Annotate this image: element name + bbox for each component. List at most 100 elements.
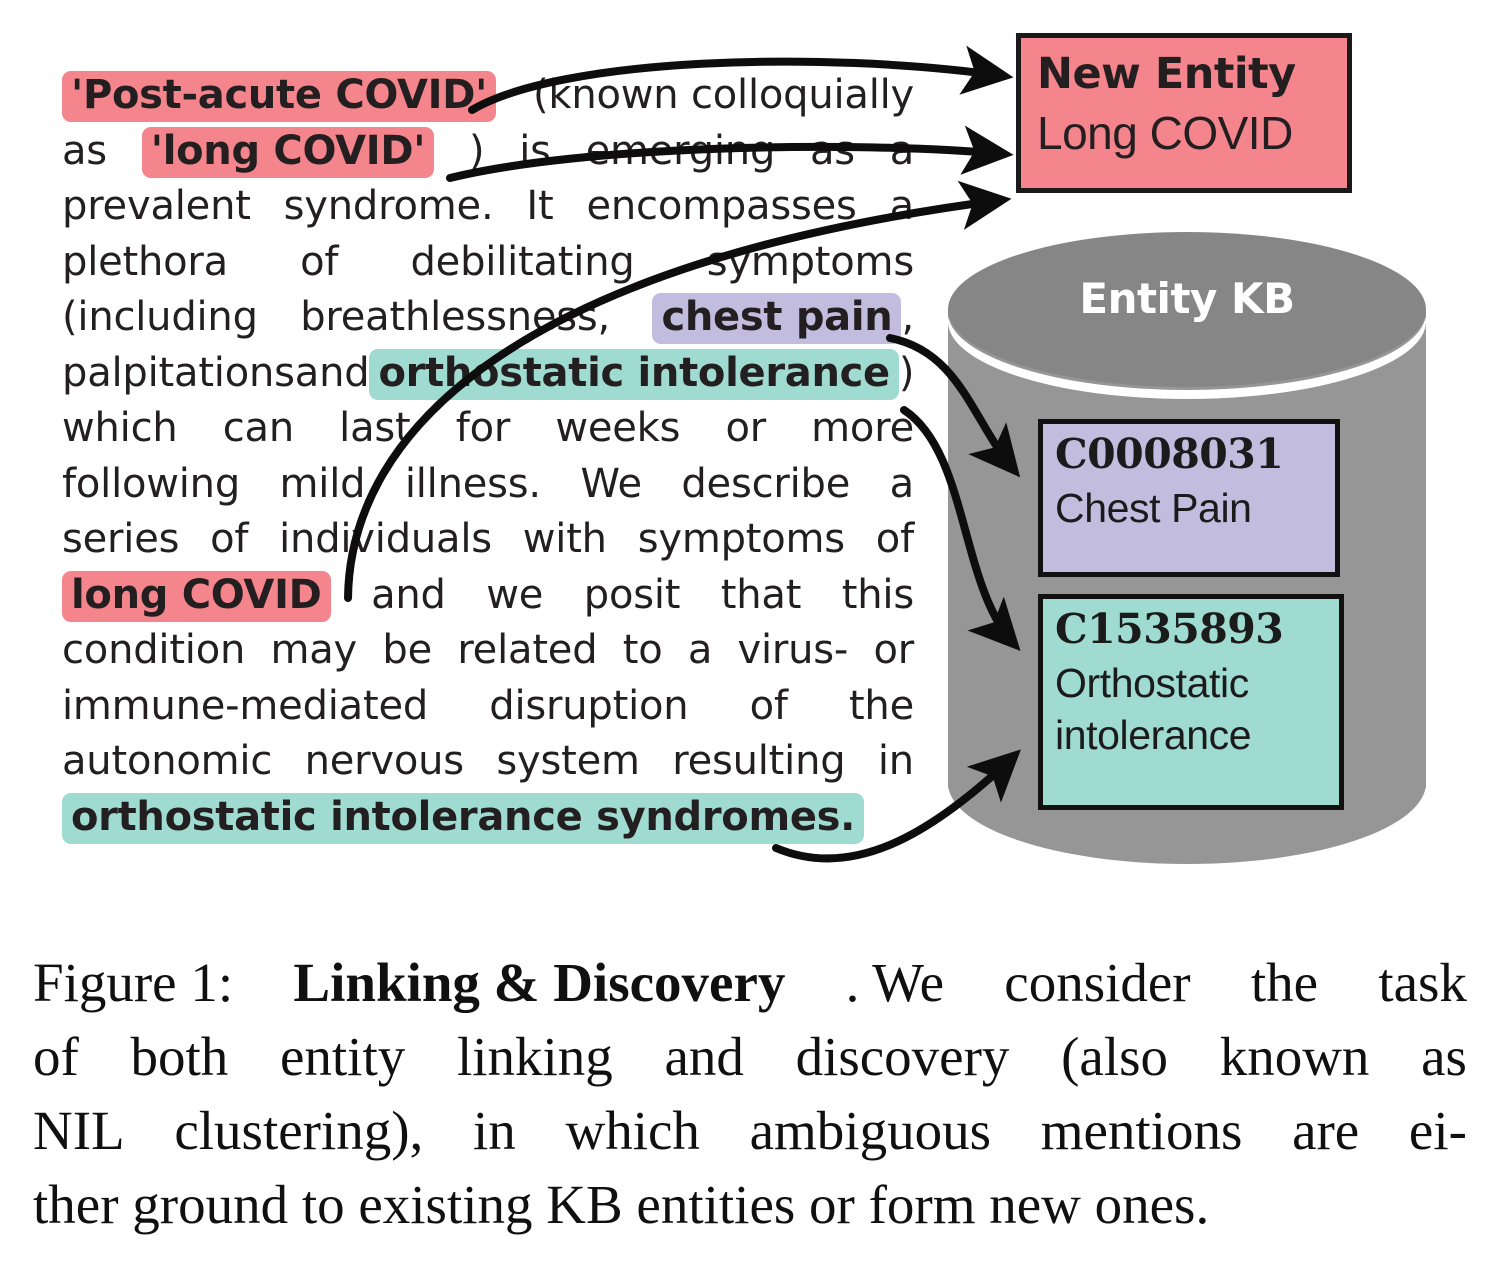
passage-text: symptoms — [706, 238, 914, 285]
mention-post-acute-covid[interactable]: 'Post-acute COVID' — [62, 71, 497, 122]
mention-orthostatic-intolerance-syndromes[interactable]: orthostatic intolerance syndromes. — [62, 792, 865, 844]
passage-text: ) — [469, 127, 485, 174]
passage-text: immune-mediated — [62, 682, 429, 729]
passage-text: of — [210, 516, 249, 562]
new-entity-name: Long COVID — [1037, 107, 1293, 159]
passage-text: this — [841, 571, 914, 618]
passage-line-11: condition may be related to a virus- or — [62, 623, 914, 679]
passage-text: as — [62, 127, 107, 174]
passage-text: and — [371, 571, 446, 618]
passage-text: with — [522, 516, 607, 562]
passage-text: mild — [279, 460, 366, 507]
passage-text: It — [526, 183, 554, 229]
passage-text: (including — [62, 294, 258, 340]
passage-text: may — [270, 627, 358, 673]
caption-text: known — [1219, 1026, 1370, 1087]
passage-text: resulting — [672, 738, 846, 784]
passage-line-14: orthostatic intolerance syndromes. — [62, 790, 914, 846]
kb-entry-chest-pain[interactable]: C0008031 Chest Pain — [1038, 419, 1340, 577]
caption-text: ei- — [1408, 1100, 1467, 1161]
passage-text: last — [339, 405, 411, 451]
passage-text: We — [580, 460, 642, 507]
passage-text: as — [809, 127, 855, 174]
caption-text: NIL — [33, 1100, 125, 1161]
caption-text: task — [1378, 952, 1467, 1013]
passage-text: illness. — [404, 460, 541, 507]
passage-line-10: long COVID and we posit that this — [62, 568, 914, 624]
passage-text: breathlessness, — [300, 294, 611, 340]
kb-entry-cui: C1535893 — [1055, 605, 1284, 653]
passage-text: more — [811, 405, 914, 451]
passage-text: describe — [681, 460, 851, 507]
entity-kb-title: Entity KB — [1079, 274, 1295, 323]
passage-line-2: as 'long COVID' ) is emerging as a — [62, 124, 914, 180]
passage-line-6: palpitations and orthostatic intolerance… — [62, 346, 915, 402]
passage-line-7: which can last for weeks or more — [62, 401, 914, 457]
passage-text: which — [62, 405, 178, 451]
caption-text: clustering), — [174, 1100, 424, 1161]
caption-bold-title: Linking & Discovery — [293, 952, 786, 1013]
caption-text: the — [1250, 952, 1319, 1013]
mention-long-covid-plain[interactable]: long COVID — [62, 570, 331, 622]
passage-line-3: prevalent syndrome. It encompasses a — [62, 179, 914, 235]
passage-text: posit — [583, 571, 681, 618]
caption-text: mentions — [1040, 1100, 1243, 1161]
passage-text: of — [875, 516, 914, 562]
passage-text: system — [496, 738, 640, 784]
caption-figure-number: Figure 1: — [33, 952, 234, 1013]
mention-chest-pain[interactable]: chest pain — [652, 293, 902, 344]
caption-text: of — [33, 1026, 79, 1087]
passage-text: virus- — [737, 627, 849, 673]
caption-text: discovery — [795, 1026, 1010, 1087]
mention-long-covid-quoted[interactable]: 'long COVID' — [141, 126, 435, 178]
passage-text: can — [222, 405, 294, 451]
passage-text: emerging — [585, 127, 776, 174]
passage-text: following — [62, 460, 241, 507]
passage-text: syndrome. — [283, 183, 494, 229]
passage-text: debilitating — [410, 238, 635, 285]
caption-text: ambiguous — [749, 1100, 991, 1161]
passage-text: the — [848, 682, 914, 729]
passage-text: a — [889, 460, 915, 507]
caption-text: as — [1421, 1026, 1467, 1087]
passage-text: a — [889, 183, 915, 229]
passage-text: symptoms — [637, 516, 845, 562]
caption-line-1: Figure 1: Linking & Discovery . We consi… — [33, 946, 1467, 1020]
passage-text: in — [877, 738, 914, 784]
caption-text: linking — [456, 1026, 613, 1087]
kb-entry-orthostatic-intolerance[interactable]: C1535893 Orthostatic intolerance — [1038, 594, 1344, 810]
passage-text: weeks — [555, 405, 681, 451]
passage-line-8: following mild illness. We describe a — [62, 457, 914, 513]
new-entity-box[interactable]: New Entity Long COVID — [1016, 33, 1352, 193]
passage-text: related — [457, 627, 598, 673]
caption-text: (also — [1061, 1026, 1169, 1087]
figure-panel: 'Post-acute COVID' (known colloquially a… — [0, 0, 1500, 900]
figure-caption: Figure 1: Linking & Discovery . We consi… — [33, 946, 1467, 1242]
passage-line-1: 'Post-acute COVID' (known colloquially — [62, 68, 914, 124]
passage-text: for — [455, 405, 511, 451]
passage-text: palpitations — [62, 349, 295, 396]
caption-text: in — [473, 1100, 516, 1161]
kb-entry-name-line1: Orthostatic — [1055, 660, 1249, 706]
passage-text: or — [725, 405, 766, 451]
passage-text: that — [720, 571, 802, 618]
passage-text: of — [749, 682, 788, 729]
caption-text: which — [565, 1100, 700, 1161]
caption-line-2: of both entity linking and discovery (al… — [33, 1020, 1467, 1094]
passage-text: encompasses — [586, 183, 857, 229]
caption-text: are — [1292, 1100, 1360, 1161]
passage-line-12: immune-mediated disruption of the — [62, 679, 914, 735]
source-passage: 'Post-acute COVID' (known colloquially a… — [62, 68, 915, 846]
mention-orthostatic-intolerance[interactable]: orthostatic intolerance — [369, 348, 899, 400]
passage-text: prevalent — [62, 183, 251, 229]
passage-line-13: autonomic nervous system resulting in — [62, 734, 914, 790]
caption-text: consider — [1004, 952, 1191, 1013]
kb-entry-cui: C0008031 — [1055, 430, 1284, 478]
passage-text: nervous — [304, 738, 465, 784]
caption-line-4: ther ground to existing KB entities or f… — [33, 1174, 1210, 1235]
passage-text: and — [294, 349, 370, 396]
passage-line-4: plethora of debilitating symptoms — [62, 235, 914, 291]
passage-text: ) — [898, 349, 915, 396]
passage-text: series — [62, 516, 180, 562]
passage-text: or — [873, 627, 914, 673]
